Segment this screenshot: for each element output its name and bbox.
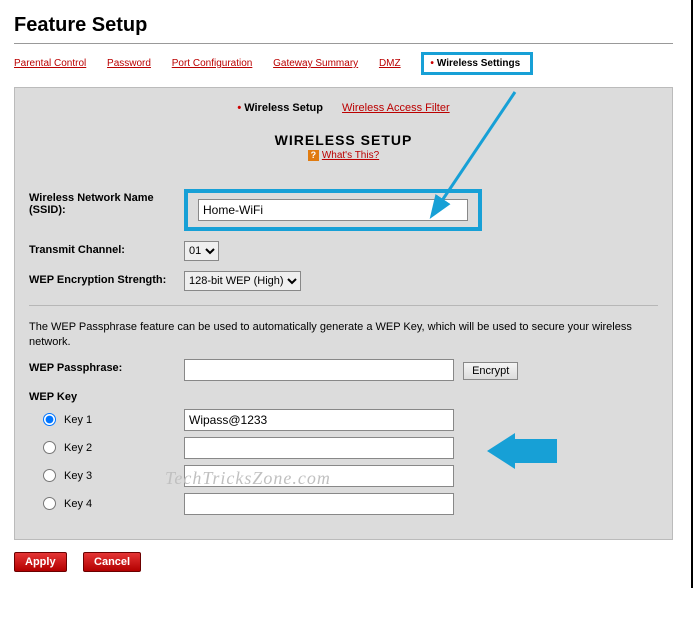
section-heading: WIRELESS SETUP	[29, 132, 658, 148]
channel-label: Transmit Channel:	[29, 241, 184, 256]
encrypt-button[interactable]: Encrypt	[463, 362, 518, 380]
nav-wireless-settings[interactable]: Wireless Settings	[437, 58, 520, 69]
wep-strength-row: WEP Encryption Strength: 128-bit WEP (Hi…	[29, 271, 658, 291]
subnav-wireless-access-filter[interactable]: Wireless Access Filter	[342, 102, 450, 114]
sub-nav: •Wireless Setup Wireless Access Filter	[29, 102, 658, 114]
key2-input[interactable]	[184, 437, 454, 459]
ssid-label: Wireless Network Name (SSID):	[29, 189, 184, 216]
key2-radio[interactable]	[43, 441, 56, 454]
key1-input[interactable]	[184, 409, 454, 431]
divider	[14, 43, 673, 44]
key4-row: Key 4	[29, 493, 658, 515]
channel-row: Transmit Channel: 01	[29, 241, 658, 261]
passphrase-input[interactable]	[184, 359, 454, 381]
key3-row: Key 3	[29, 465, 658, 487]
cancel-button[interactable]: Cancel	[83, 552, 141, 572]
key3-label: Key 3	[64, 470, 184, 482]
wireless-panel: •Wireless Setup Wireless Access Filter W…	[14, 87, 673, 540]
wep-key-heading: WEP Key	[29, 391, 658, 403]
passphrase-label: WEP Passphrase:	[29, 359, 184, 374]
key1-label: Key 1	[64, 414, 184, 426]
key3-radio[interactable]	[43, 469, 56, 482]
wep-strength-label: WEP Encryption Strength:	[29, 271, 184, 286]
wep-info-text: The WEP Passphrase feature can be used t…	[29, 320, 658, 351]
subnav-wireless-setup: •Wireless Setup	[237, 102, 323, 114]
nav-parental-control[interactable]: Parental Control	[14, 58, 86, 69]
channel-select[interactable]: 01	[184, 241, 219, 261]
question-icon: ?	[308, 150, 319, 161]
page-title: Feature Setup	[14, 14, 673, 37]
passphrase-row: WEP Passphrase: Encrypt	[29, 359, 658, 381]
bullet-icon: •	[430, 58, 434, 69]
whats-this-row: ?What's This?	[29, 150, 658, 161]
key4-radio[interactable]	[43, 497, 56, 510]
key2-label: Key 2	[64, 442, 184, 454]
ssid-row: Wireless Network Name (SSID):	[29, 189, 658, 231]
nav-wireless-settings-highlight: •Wireless Settings	[421, 52, 533, 75]
divider	[29, 305, 658, 306]
bullet-icon: •	[237, 102, 241, 114]
apply-button[interactable]: Apply	[14, 552, 67, 572]
nav-gateway-summary[interactable]: Gateway Summary	[273, 58, 358, 69]
button-bar: Apply Cancel	[14, 552, 673, 572]
key4-input[interactable]	[184, 493, 454, 515]
nav-password[interactable]: Password	[107, 58, 151, 69]
top-nav: Parental Control Password Port Configura…	[14, 50, 673, 85]
wep-strength-select[interactable]: 128-bit WEP (High)	[184, 271, 301, 291]
nav-dmz[interactable]: DMZ	[379, 58, 401, 69]
nav-port-configuration[interactable]: Port Configuration	[172, 58, 253, 69]
key1-radio[interactable]	[43, 413, 56, 426]
whats-this-link[interactable]: What's This?	[322, 150, 379, 161]
ssid-highlight-box	[184, 189, 482, 231]
key2-row: Key 2	[29, 437, 658, 459]
key3-input[interactable]	[184, 465, 454, 487]
ssid-input[interactable]	[198, 199, 468, 221]
key1-row: Key 1	[29, 409, 658, 431]
key4-label: Key 4	[64, 498, 184, 510]
